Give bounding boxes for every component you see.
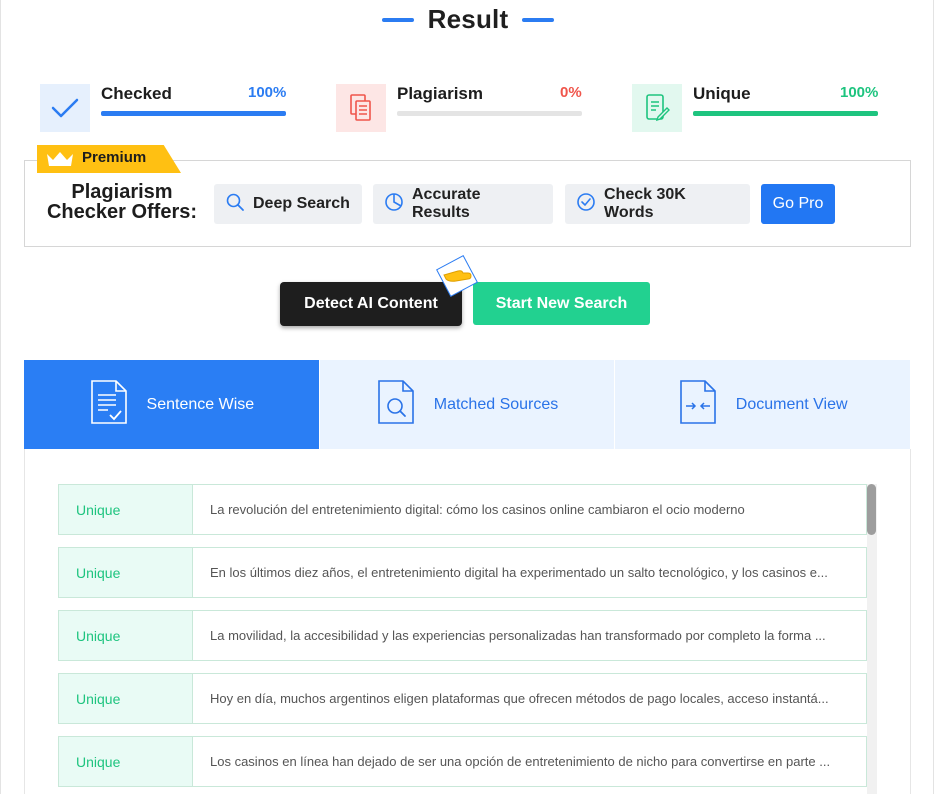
sentence-text: Los casinos en línea han dejado de ser u…: [210, 754, 831, 769]
status-badge: Unique: [59, 611, 193, 660]
offers-title-line2: Checker Offers:: [46, 201, 198, 223]
stat-label: Unique: [693, 84, 751, 103]
stat-progress-bar: [397, 111, 582, 116]
result-row[interactable]: Unique Los casinos en línea han dejado d…: [58, 736, 867, 787]
status-badge: Unique: [59, 548, 193, 597]
stat-progress-bar: [693, 111, 878, 116]
status-badge: Unique: [59, 674, 193, 723]
stat-percent: 100%: [840, 84, 879, 101]
feature-accurate-results: Accurate Results: [373, 184, 553, 224]
stat-unique: Unique 100%: [632, 84, 878, 132]
feature-label: Deep Search: [253, 195, 350, 212]
sentence-text: Hoy en día, muchos argentinos eligen pla…: [210, 691, 829, 706]
check-icon: [40, 84, 90, 132]
tab-label: Document View: [735, 395, 848, 413]
result-row[interactable]: Unique Hoy en día, muchos argentinos eli…: [58, 673, 867, 724]
search-icon: [225, 192, 245, 217]
tab-sentence-wise[interactable]: Sentence Wise: [24, 360, 320, 449]
tab-label: Sentence Wise: [146, 395, 255, 413]
document-compare-icon: [678, 379, 718, 430]
status-badge: Unique: [59, 737, 193, 786]
tab-document-view[interactable]: Document View: [615, 360, 912, 449]
sentence-text: La revolución del entretenimiento digita…: [210, 502, 745, 517]
stat-checked: Checked 100%: [40, 84, 286, 132]
pie-chart-icon: [384, 192, 404, 217]
tab-label: Matched Sources: [433, 395, 559, 413]
result-row[interactable]: Unique La movilidad, la accesibilidad y …: [58, 610, 867, 661]
stat-percent: 100%: [248, 84, 287, 101]
stat-percent: 0%: [560, 84, 582, 101]
start-new-search-button[interactable]: Start New Search: [473, 282, 650, 325]
result-row[interactable]: Unique La revolución del entretenimiento…: [58, 484, 867, 535]
edit-document-icon: [632, 84, 682, 132]
copy-document-icon: [336, 84, 386, 132]
document-search-icon: [376, 379, 416, 430]
stat-label: Checked: [101, 84, 172, 103]
title-dash-left: [381, 17, 414, 22]
sentence-text: La movilidad, la accesibilidad y las exp…: [210, 628, 826, 643]
feature-label: Check 30K Words: [604, 186, 686, 221]
offers-title: Plagiarism Checker Offers:: [38, 182, 206, 222]
premium-badge: Premium: [37, 145, 181, 173]
feature-deep-search: Deep Search: [214, 184, 362, 224]
offers-title-line1: Plagiarism: [71, 181, 173, 203]
stat-label: Plagiarism: [397, 84, 483, 103]
document-check-icon: [89, 379, 129, 430]
tab-matched-sources[interactable]: Matched Sources: [319, 360, 616, 449]
go-pro-button[interactable]: Go Pro: [761, 184, 835, 224]
results-scrollbar-thumb[interactable]: [867, 484, 876, 535]
stat-progress-bar: [101, 111, 286, 116]
premium-label: Premium: [82, 149, 147, 166]
page-title: Result: [427, 4, 509, 34]
check-circle-icon: [576, 192, 596, 217]
result-row[interactable]: Unique En los últimos diez años, el entr…: [58, 547, 867, 598]
title-dash-right: [522, 17, 555, 22]
feature-check-words: Check 30K Words: [565, 184, 750, 224]
sentence-text: En los últimos diez años, el entretenimi…: [210, 565, 828, 580]
crown-icon: [45, 150, 75, 173]
stat-plagiarism: Plagiarism 0%: [336, 84, 582, 132]
detect-ai-content-button[interactable]: Detect AI Content: [280, 282, 462, 326]
feature-label: Accurate Results: [412, 186, 481, 221]
status-badge: Unique: [59, 485, 193, 534]
result-tabs: Sentence Wise Matched Sources Document V…: [24, 360, 912, 449]
pointing-hand-icon: [436, 255, 478, 297]
result-header: Result: [0, 4, 936, 35]
